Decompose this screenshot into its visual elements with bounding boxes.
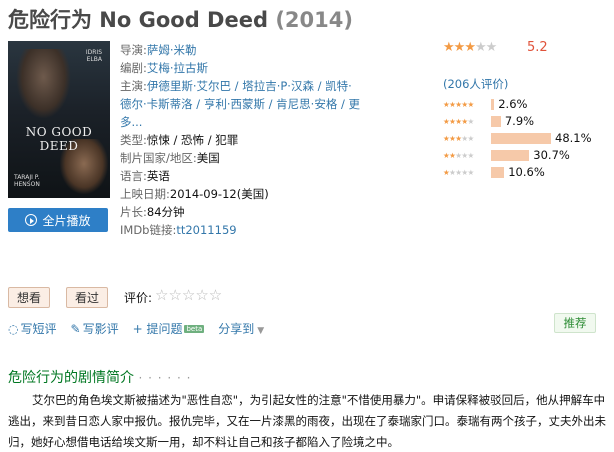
rating-row-stars: ★★★★★ — [443, 99, 474, 109]
star-icon: ★ — [453, 40, 466, 55]
poster-actor-top: IDRIS ELBA — [86, 49, 102, 63]
writer-row: 编剧:艾梅·拉古斯 — [120, 59, 370, 77]
rating-row-stars: ★★★★★ — [443, 133, 474, 143]
rating-row-stars: ★★★★★ — [443, 116, 474, 126]
rating-bar — [491, 98, 495, 110]
rating-percent: 10.6% — [508, 165, 545, 179]
runtime-label: 片长: — [120, 205, 147, 219]
rating-percent: 48.1% — [555, 131, 592, 145]
poster-figure-man — [16, 49, 71, 119]
rating-bar — [491, 115, 501, 127]
share-menu[interactable]: 分享到 ▼ — [218, 320, 264, 337]
ask-question-label: + 提问题 — [132, 322, 183, 336]
want-label: 想看 — [17, 291, 42, 305]
writer-label: 编剧: — [120, 61, 147, 75]
imdb-row: IMDb链接:tt2011159 — [120, 221, 370, 239]
poster-actor-top-first: IDRIS — [85, 49, 102, 56]
runtime-row: 片长:84分钟 — [120, 203, 370, 221]
write-review[interactable]: ✎ 写影评 — [71, 320, 119, 337]
rating-bar — [491, 166, 505, 178]
director-row: 导演:萨姆·米勒 — [120, 41, 370, 59]
synopsis-text: 艾尔巴的角色埃文斯被描述为"恶性自恋"，为引起女性的注意"不惜使用暴力"。申请保… — [8, 393, 606, 449]
write-short-review-label: 写短评 — [20, 322, 57, 336]
movie-poster[interactable]: IDRIS ELBA NO GOOD DEED TARAJI P. HENSON — [8, 41, 110, 198]
cast-row-3: 多... — [120, 113, 370, 131]
play-full-button[interactable]: 全片播放 — [8, 208, 108, 232]
want-to-watch-button[interactable]: 想看 — [8, 287, 51, 308]
user-rating-stars[interactable]: ☆☆☆☆☆ — [155, 286, 222, 304]
rating-row-stars: ★★★★★ — [443, 150, 474, 160]
language-label: 语言: — [120, 169, 147, 183]
language-row: 语言:英语 — [120, 167, 370, 185]
release-value: 2014-09-12(美国) — [169, 187, 269, 201]
rating-row-stars: ★★★★★ — [443, 167, 474, 177]
play-button-label: 全片播放 — [42, 213, 91, 228]
director-link[interactable]: 萨姆·米勒 — [147, 43, 197, 57]
rating-percent: 7.9% — [504, 114, 535, 128]
imdb-label: IMDb链接: — [120, 223, 177, 237]
country-label: 制片国家/地区: — [120, 151, 197, 165]
rating-percent: 30.7% — [533, 148, 570, 162]
rating-row-1: ★★★★★ 10.6% — [443, 164, 545, 180]
director-label: 导演: — [120, 43, 147, 57]
cast-link-1[interactable]: 伊德里斯·艾尔巴 / 塔拉吉·P·汉森 / 凯特· — [147, 79, 352, 93]
rating-row-4: ★★★★★ 7.9% — [443, 113, 534, 129]
star-icon: ★ — [464, 40, 476, 55]
write-review-label: 写影评 — [82, 322, 119, 336]
language-value: 英语 — [146, 169, 170, 183]
rate-label: 评价: — [124, 291, 153, 305]
comment-icon: ◌ — [8, 322, 19, 336]
synopsis-dots: · · · · · · — [138, 371, 192, 385]
country-value: 美国 — [196, 151, 220, 165]
genre-value: 惊悚 / 恐怖 / 犯罪 — [146, 133, 239, 147]
poster-title: NO GOOD DEED — [25, 125, 93, 153]
review-count-link[interactable]: (206人评价) — [443, 76, 508, 92]
release-label: 上映日期: — [120, 187, 170, 201]
action-links: ◌ 写短评 ✎ 写影评 + 提问题 beta 分享到 ▼ — [8, 320, 264, 337]
rating-bar — [491, 149, 530, 161]
star-icon: ★ — [443, 40, 455, 55]
writer-link[interactable]: 艾梅·拉古斯 — [147, 61, 208, 75]
star-icon: ★ — [485, 40, 498, 55]
cast-row: 主演:伊德里斯·艾尔巴 / 塔拉吉·P·汉森 / 凯特· — [120, 77, 370, 95]
movie-year: (2014) — [275, 8, 353, 32]
rating-row-2: ★★★★★ 30.7% — [443, 147, 570, 163]
runtime-value: 84分钟 — [146, 205, 185, 219]
beta-badge: beta — [184, 325, 205, 333]
play-circle-icon — [25, 214, 38, 226]
write-short-review[interactable]: ◌ 写短评 — [8, 320, 57, 337]
movie-info: 导演:萨姆·米勒 编剧:艾梅·拉古斯 主演:伊德里斯·艾尔巴 / 塔拉吉·P·汉… — [120, 41, 370, 239]
poster-actor-bottom-first: TARAJI P. — [14, 174, 40, 181]
ask-question[interactable]: + 提问题 beta — [133, 320, 205, 337]
genre-label: 类型: — [120, 133, 147, 147]
rating-percent: 2.6% — [498, 97, 528, 111]
share-label: 分享到 — [218, 322, 255, 336]
rating-bar — [491, 132, 551, 144]
rating-row-3: ★★★★★ 48.1% — [443, 130, 592, 146]
recommend-button[interactable]: 推荐 — [554, 313, 596, 333]
cast-label: 主演: — [120, 79, 147, 93]
country-row: 制片国家/地区:美国 — [120, 149, 370, 167]
movie-title: 危险行为 No Good Deed — [8, 8, 269, 32]
synopsis-heading-text: 危险行为的剧情简介 — [8, 370, 134, 386]
poster-actor-bottom: TARAJI P. HENSON — [14, 174, 40, 188]
genre-row: 类型:惊悚 / 恐怖 / 犯罪 — [120, 131, 370, 149]
release-row: 上映日期:2014-09-12(美国) — [120, 185, 370, 203]
synopsis-heading: 危险行为的剧情简介 · · · · · · — [8, 367, 191, 387]
pen-icon: ✎ — [70, 322, 81, 336]
cast-more-link[interactable]: 多... — [120, 115, 142, 129]
rating-score: 5.2 — [527, 40, 548, 55]
imdb-link[interactable]: tt2011159 — [176, 223, 236, 237]
star-icon: ★ — [474, 40, 487, 55]
poster-actor-top-last: ELBA — [86, 56, 102, 63]
rating-panel: ★★★★★ 5.2 (206人评价) ★★★★★ 2.6% ★★★★★ 7.9% ★★★… — [443, 40, 613, 179]
chevron-down-icon: ▼ — [257, 326, 265, 336]
cast-link-2[interactable]: 德尔·卡斯蒂洛 / 亨利·西蒙斯 / 肯尼思·安格 / 更 — [120, 97, 360, 111]
poster-actor-bottom-last: HENSON — [14, 181, 40, 188]
watched-button[interactable]: 看过 — [66, 287, 109, 308]
page-title: 危险行为 No Good Deed (2014) — [8, 4, 353, 34]
cast-row-2: 德尔·卡斯蒂洛 / 亨利·西蒙斯 / 肯尼思·安格 / 更 — [120, 95, 370, 113]
seen-label: 看过 — [75, 291, 100, 305]
rating-row-5: ★★★★★ 2.6% — [443, 96, 527, 112]
